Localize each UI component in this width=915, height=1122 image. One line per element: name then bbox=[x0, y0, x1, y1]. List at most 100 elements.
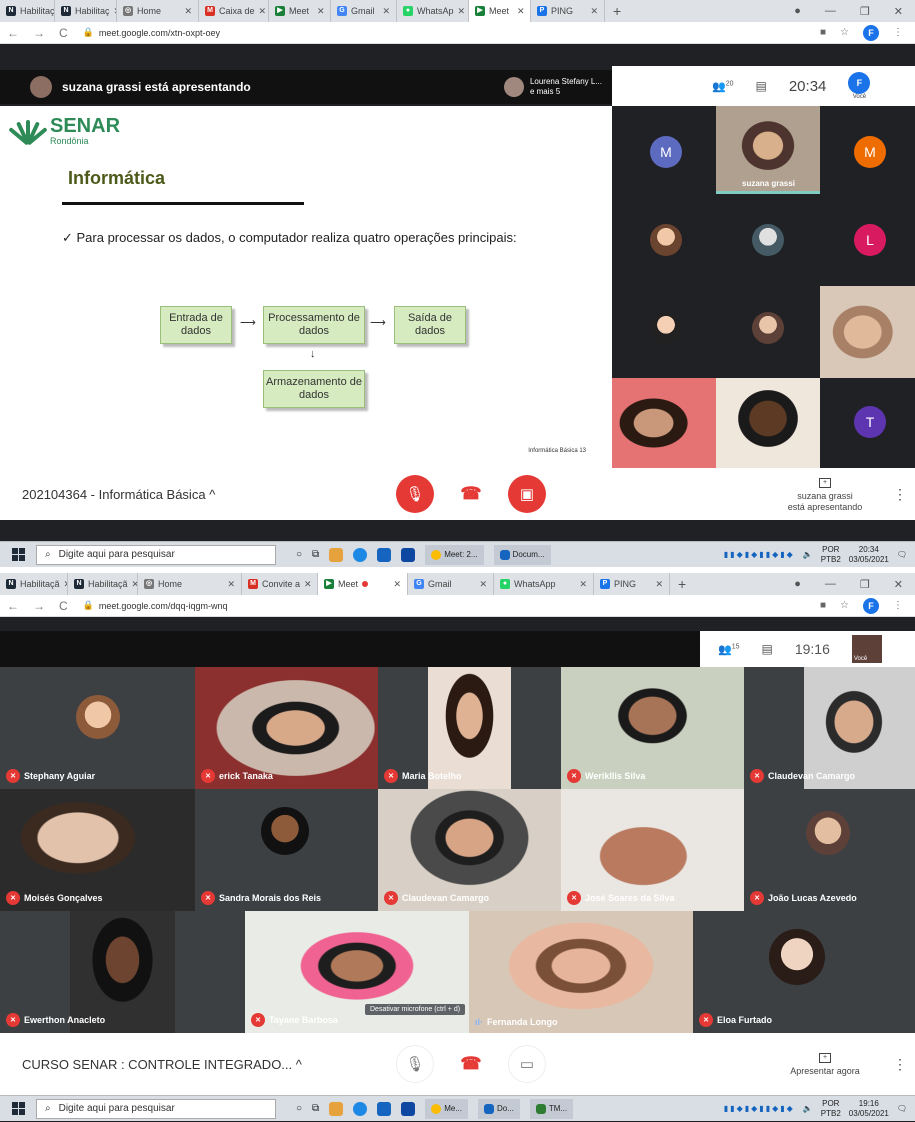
participant-tile[interactable]: ✕ Claudevan Camargo bbox=[378, 789, 561, 911]
back-icon[interactable]: ← bbox=[0, 599, 26, 613]
participant-tile[interactable]: ✕ Werikllis Silva bbox=[561, 667, 744, 789]
self-avatar[interactable]: F bbox=[848, 72, 871, 94]
participant-photo[interactable] bbox=[650, 224, 682, 256]
browser-tab[interactable]: ▶ Meet ✕ bbox=[269, 0, 331, 22]
minimize-icon[interactable]: — bbox=[825, 578, 836, 591]
notification-icon[interactable]: 🗨 bbox=[897, 1104, 907, 1113]
task-view-icon[interactable]: ⧉ bbox=[312, 549, 319, 560]
profile-avatar[interactable]: F bbox=[863, 24, 879, 41]
participant-tile[interactable]: ✕ Maria Botelho bbox=[378, 667, 561, 789]
more-options-icon[interactable]: ⋮ bbox=[885, 486, 915, 503]
browser-tab[interactable]: G Gmail ✕ bbox=[331, 0, 397, 22]
browser-tab[interactable]: ● WhatsApp ✕ bbox=[494, 573, 594, 595]
store-icon[interactable] bbox=[377, 547, 392, 562]
participant-video[interactable] bbox=[716, 378, 820, 468]
browser-tab[interactable]: ▶ Meet ✕ bbox=[318, 573, 408, 595]
camera-button[interactable]: ▭ bbox=[508, 1045, 546, 1083]
close-tab-icon[interactable]: ✕ bbox=[304, 579, 312, 590]
participant-avatar[interactable]: L bbox=[854, 224, 886, 256]
camera-icon[interactable]: ■ bbox=[820, 600, 826, 611]
participant-tile[interactable]: ✕ Eloa Furtado bbox=[693, 911, 915, 1033]
close-tab-icon[interactable]: ✕ bbox=[458, 6, 466, 17]
profile-circle-icon[interactable]: ● bbox=[794, 578, 801, 591]
browser-tab[interactable]: P PING ✕ bbox=[594, 573, 670, 595]
star-icon[interactable]: ☆ bbox=[840, 600, 849, 611]
close-window-icon[interactable]: ✕ bbox=[894, 578, 903, 591]
taskbar-app-excel[interactable]: TM... bbox=[529, 1098, 574, 1119]
taskbar-search[interactable]: ⌕ Digite aqui para pesquisar bbox=[36, 1098, 276, 1119]
task-view-icon[interactable]: ⧉ bbox=[312, 1103, 319, 1114]
close-tab-icon[interactable]: ✕ bbox=[227, 579, 235, 590]
new-tab-button[interactable]: + bbox=[670, 576, 694, 592]
taskbar-clock[interactable]: 19:16 03/05/2021 bbox=[849, 1099, 889, 1119]
camera-icon[interactable]: ■ bbox=[820, 27, 826, 38]
cortana-icon[interactable]: ○ bbox=[296, 549, 302, 560]
participant-tile[interactable]: ✕ Stephany Aguiar bbox=[0, 667, 195, 789]
browser-tab[interactable]: G Gmail ✕ bbox=[408, 573, 494, 595]
mail-icon[interactable] bbox=[401, 1101, 416, 1116]
browser-tab[interactable]: ◎ Home ✕ bbox=[117, 0, 199, 22]
url-field[interactable]: 🔒 meet.google.com/xtn-oxpt-oey bbox=[83, 27, 220, 38]
hang-up-button[interactable]: ☎ bbox=[452, 475, 490, 513]
participant-avatar[interactable]: M bbox=[650, 136, 682, 168]
participant-photo[interactable] bbox=[752, 224, 784, 256]
volume-icon[interactable]: 🔈 bbox=[803, 1104, 813, 1113]
participant-tile[interactable]: ✕ erick Tanaka bbox=[195, 667, 378, 789]
profile-avatar[interactable]: F bbox=[863, 597, 879, 614]
chat-icon[interactable]: ▤ bbox=[756, 79, 767, 93]
close-tab-icon[interactable]: ✕ bbox=[517, 6, 525, 17]
self-preview[interactable]: Você bbox=[851, 635, 882, 663]
browser-tab[interactable]: M Caixa de ✕ bbox=[199, 0, 269, 22]
taskbar-app-word[interactable]: Docum... bbox=[493, 544, 551, 565]
participant-video[interactable] bbox=[820, 286, 915, 378]
chevron-up-icon[interactable]: ^ bbox=[296, 1057, 302, 1072]
url-field[interactable]: 🔒 meet.google.com/dqq-iqgm-wnq bbox=[83, 600, 228, 611]
taskbar-app-meet[interactable]: Meet: 2... bbox=[425, 544, 484, 565]
windows-start-icon[interactable] bbox=[0, 548, 36, 561]
taskbar-app-meet[interactable]: Me... bbox=[425, 1098, 468, 1119]
chevron-up-icon[interactable]: ^ bbox=[209, 487, 215, 502]
close-tab-icon[interactable]: ✕ bbox=[579, 579, 587, 590]
participant-avatar[interactable]: M bbox=[854, 136, 886, 168]
hang-up-button[interactable]: ☎ bbox=[452, 1045, 490, 1083]
maximize-icon[interactable]: ❐ bbox=[860, 578, 870, 591]
windows-start-icon[interactable] bbox=[0, 1102, 36, 1115]
tray-icons[interactable]: ▮▮◆▮◆▮▮◆▮◆ bbox=[724, 550, 795, 559]
language-indicator[interactable]: POR PTB2 bbox=[821, 545, 841, 565]
forward-icon[interactable]: → bbox=[26, 599, 52, 613]
browser-tab[interactable]: ● WhatsAp ✕ bbox=[397, 0, 469, 22]
maximize-icon[interactable]: ❐ bbox=[860, 5, 870, 18]
people-icon[interactable]: 👥15 bbox=[718, 643, 740, 656]
new-tab-button[interactable]: + bbox=[605, 3, 629, 19]
close-tab-icon[interactable]: ✕ bbox=[393, 579, 401, 590]
close-tab-icon[interactable]: ✕ bbox=[479, 579, 487, 590]
mic-off-button[interactable]: 🎙 bbox=[396, 475, 434, 513]
close-tab-icon[interactable]: ✕ bbox=[590, 6, 598, 17]
mail-icon[interactable] bbox=[401, 547, 416, 562]
reload-icon[interactable]: C bbox=[52, 26, 75, 40]
menu-icon[interactable]: ⋮ bbox=[893, 600, 903, 611]
browser-tab[interactable]: M Convite a ✕ bbox=[242, 573, 318, 595]
participant-tile[interactable]: ✕ Moisés Gonçalves bbox=[0, 789, 195, 911]
close-tab-icon[interactable]: ✕ bbox=[259, 6, 267, 17]
close-tab-icon[interactable]: ✕ bbox=[317, 6, 325, 17]
back-icon[interactable]: ← bbox=[0, 26, 26, 40]
participant-tile[interactable]: ✕ Sandra Morais dos Reis bbox=[195, 789, 378, 911]
taskbar-search[interactable]: ⌕ Digite aqui para pesquisar bbox=[36, 544, 276, 565]
participant-photo[interactable] bbox=[752, 312, 784, 344]
close-tab-icon[interactable]: ✕ bbox=[382, 6, 390, 17]
chat-icon[interactable]: ▤ bbox=[762, 642, 773, 656]
forward-icon[interactable]: → bbox=[26, 26, 52, 40]
language-indicator[interactable]: POR PTB2 bbox=[821, 1099, 841, 1119]
mic-button[interactable]: 🎙 bbox=[396, 1045, 434, 1083]
browser-tab[interactable]: NHabilitaç✕ bbox=[55, 0, 117, 22]
presenter-status[interactable]: + suzana grassi está apresentando bbox=[765, 476, 885, 513]
people-icon[interactable]: 👥20 bbox=[712, 80, 734, 93]
browser-tab[interactable]: NHabilitaçã✕ bbox=[0, 573, 68, 595]
browser-tab[interactable]: ◎ Home ✕ bbox=[138, 573, 242, 595]
store-icon[interactable] bbox=[377, 1101, 392, 1116]
reload-icon[interactable]: C bbox=[52, 599, 75, 613]
top-user-chip[interactable]: Lourena Stefany L... e mais 5 bbox=[503, 77, 612, 97]
more-options-icon[interactable]: ⋮ bbox=[885, 1056, 915, 1073]
edge-icon[interactable] bbox=[353, 1101, 368, 1116]
